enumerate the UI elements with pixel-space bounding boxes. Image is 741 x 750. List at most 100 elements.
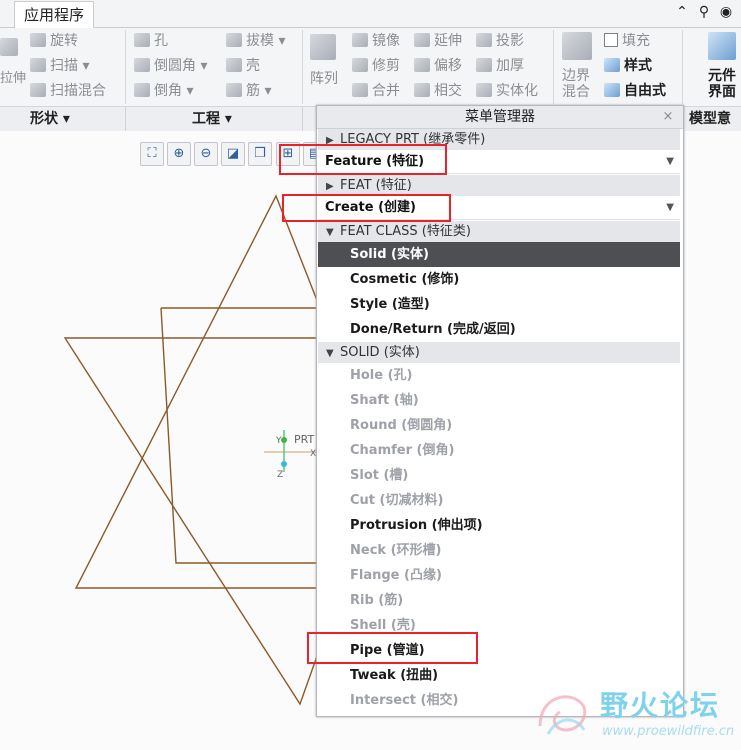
search-icon[interactable]: ⚲ [694,2,714,22]
chevron-up-icon[interactable]: ⌃ [672,2,692,22]
boundary-blend-icon [562,32,592,60]
extend-button[interactable]: 延伸 [414,30,462,52]
zoom-fit-icon[interactable]: ⛶ [140,142,164,166]
sweep-icon [30,58,46,72]
zoom-out-icon[interactable]: ⊖ [194,142,218,166]
fill-icon [604,33,618,47]
section-feat[interactable]: ▶ FEAT (特征) [318,175,680,196]
repaint-icon[interactable]: ◪ [221,142,245,166]
ribbon-separator [553,30,554,104]
menu-manager-title: 菜单管理器 [317,106,683,129]
sweep-button[interactable]: 扫描 ▾ [30,55,89,77]
draft-icon [226,33,242,47]
style-button[interactable]: 样式 [604,55,652,77]
group-engineering[interactable]: 工程 ▾ [192,107,232,131]
boundary-blend-label: 边界 混合 [562,68,590,100]
extend-icon [414,33,430,47]
mirror-icon [352,33,368,47]
intersect-button[interactable]: 相交 [414,80,462,102]
project-icon [476,33,492,47]
extrude-icon [0,38,18,56]
component-interface-label: 元件 界面 [708,68,736,100]
solidify-icon [476,83,492,97]
draft-button[interactable]: 拔模 ▾ [226,30,285,52]
trim-button[interactable]: 修剪 [352,55,400,77]
tab-applications[interactable]: 应用程序 [14,1,95,28]
chevron-down-icon: ▼ [666,202,674,213]
menu-item-slot: Slot (槽) [350,468,409,483]
annotation-box-pipe [307,632,478,664]
rib-button[interactable]: 筋 ▾ [226,80,271,102]
merge-icon [352,83,368,97]
ribbon-separator [125,30,126,104]
puzzle-icon [708,32,736,60]
menu-item-rib: Rib (筋) [350,593,404,608]
group-shape[interactable]: 形状 ▾ [30,107,70,131]
group-model-intent[interactable]: 模型意 [689,107,731,131]
rib-icon [226,83,242,97]
menu-item-flange: Flange (凸缘) [350,568,442,583]
offset-button[interactable]: 偏移 [414,55,462,77]
annotation-box-feature [279,144,447,175]
menu-item-round: Round (倒圆角) [350,418,453,433]
menu-item-done-return[interactable]: Done/Return (完成/返回) [318,317,680,342]
ribbon-tab-bar: 应用程序 ⌃ ⚲ ◉ [0,0,741,28]
trim-icon [352,58,368,72]
round-button[interactable]: 倒圆角 ▾ [134,55,207,77]
revolve-icon [30,33,46,47]
project-button[interactable]: 投影 [476,30,524,52]
menu-item-solid[interactable]: Solid (实体) [318,242,680,267]
triangle-down-icon: ▼ [326,348,334,359]
freestyle-icon [604,83,620,97]
mirror-button[interactable]: 镜像 [352,30,400,52]
freestyle-button[interactable]: 自由式 [604,80,666,102]
shell-icon [226,58,242,72]
zoom-in-icon[interactable]: ⊕ [167,142,191,166]
menu-item-style[interactable]: Style (造型) [318,292,680,317]
menu-item-cosmetic[interactable]: Cosmetic (修饰) [318,267,680,292]
annotation-box-create [282,194,451,222]
fill-button[interactable]: 填充 [604,30,650,52]
triangle-down-icon: ▼ [326,227,334,238]
shell-button[interactable]: 壳 [226,55,260,77]
watermark-name: 野火论坛 [600,689,721,722]
close-icon[interactable]: × [661,106,675,128]
merge-button[interactable]: 合并 [352,80,400,102]
offset-icon [414,58,430,72]
display-style-icon[interactable]: ❒ [248,142,272,166]
thicken-button[interactable]: 加厚 [476,55,524,77]
menu-item-neck: Neck (环形槽) [350,543,442,558]
chamfer-icon [134,83,150,97]
watermark-logo [538,695,587,735]
solidify-button[interactable]: 实体化 [476,80,538,102]
menu-item-chamfer: Chamfer (倒角) [350,443,455,458]
extrude-label: 拉伸 [0,71,27,86]
ribbon: 拉伸 旋转 扫描 ▾ 扫描混合 孔 倒圆角 ▾ 倒角 ▾ 拔模 ▾ 壳 筋 ▾ … [0,28,741,106]
pattern-label: 阵列 [310,71,338,87]
ribbon-separator [682,30,683,104]
intersect-icon [414,83,430,97]
watermark: 野火论坛 www.proewildfire.cn [530,680,741,750]
menu-item-hole: Hole (孔) [350,368,413,383]
group-separator [125,107,126,131]
help-icon[interactable]: ◉ [716,2,736,22]
chevron-down-icon: ▼ [666,156,674,167]
swept-blend-button[interactable]: 扫描混合 [30,80,106,102]
pattern-button[interactable] [310,34,340,64]
style-icon [604,58,620,72]
menu-item-protrusion[interactable]: Protrusion (伸出项) [318,513,680,538]
section-feat-class[interactable]: ▼ FEAT CLASS (特征类) [318,221,680,242]
component-interface-button[interactable] [708,32,740,64]
revolve-button[interactable]: 旋转 [30,30,78,52]
menu-item-cut: Cut (切减材料) [350,493,444,508]
round-icon [134,58,150,72]
hole-icon [134,33,150,47]
ribbon-separator [302,30,303,104]
menu-item-shaft: Shaft (轴) [350,393,419,408]
chamfer-button[interactable]: 倒角 ▾ [134,80,193,102]
boundary-blend-button[interactable] [562,32,596,64]
thicken-icon [476,58,492,72]
section-solid[interactable]: ▼ SOLID (实体) [318,342,680,363]
pattern-icon [310,34,336,60]
hole-button[interactable]: 孔 [134,30,168,52]
